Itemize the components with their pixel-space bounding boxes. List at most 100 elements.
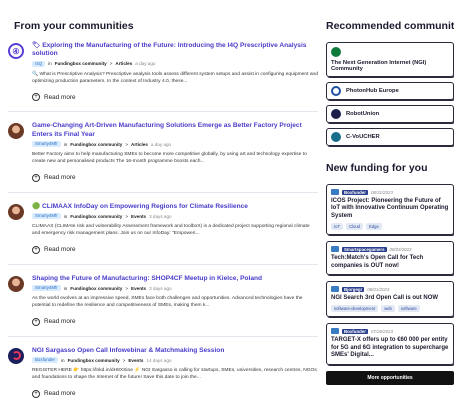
post-time: 14 days ago <box>146 357 172 363</box>
community-link[interactable]: Fundingbox community <box>68 358 120 363</box>
author-avatar[interactable] <box>8 347 24 364</box>
tag-chip[interactable]: software-development <box>331 305 379 313</box>
plus-icon: + <box>32 93 40 102</box>
community-link[interactable]: Fundingbox community <box>55 61 107 66</box>
post-title[interactable]: NGI Sargasso Open Call Infowebinar & Mat… <box>32 347 318 355</box>
communities-feed: From your communities ④ 🏷 Exploring the … <box>8 0 318 400</box>
post-title[interactable]: Shaping the Future of Manufacturing: SHO… <box>32 275 318 283</box>
tag-chip[interactable]: web <box>381 305 395 313</box>
community-name: PhotonHub Europe <box>346 88 399 94</box>
funding-author[interactable]: Bjorgegr <box>342 286 365 292</box>
divider <box>8 335 318 337</box>
community-card-photonhub[interactable]: PhotonHub Europe <box>326 82 454 100</box>
thumbnail-icon <box>331 328 339 335</box>
author-tag[interactable]: I4Q <box>32 60 46 67</box>
funding-date: 08/01/2023 <box>367 286 390 292</box>
funding-author[interactable]: Boxfunder <box>342 328 368 334</box>
funding-title: New funding for you <box>326 162 428 174</box>
post-time: a day ago <box>135 61 156 67</box>
subcategory-link[interactable]: Events <box>131 286 146 291</box>
post-meta: Boxfunder in Fundingbox community > Even… <box>32 357 318 364</box>
subcategory-link[interactable]: Events <box>131 214 146 219</box>
tag-chip[interactable]: IoT <box>331 223 344 231</box>
thumbnail-icon <box>331 189 339 195</box>
community-name: The Next Generation Internet (NGI) Commu… <box>331 60 427 72</box>
plus-icon: + <box>32 389 40 398</box>
post-excerpt: As the world evolves at an impressive sp… <box>32 296 303 309</box>
author-avatar[interactable]: ④ <box>8 43 24 59</box>
author-avatar[interactable] <box>8 123 24 140</box>
tag-chip[interactable]: Cloud <box>346 223 364 231</box>
divider <box>8 111 318 113</box>
photonhub-logo-icon <box>331 86 341 96</box>
community-link[interactable]: Fundingbox community <box>70 142 122 147</box>
sidebar: Recommended communities The Next Generat… <box>326 0 454 385</box>
post-excerpt: Better Factory aims to help manufacturin… <box>32 152 307 165</box>
post-meta: Smarty4Mfr in Fundingbox community > Eve… <box>32 285 318 292</box>
post-excerpt: 🔍 What is Prescriptive Analysis? Prescri… <box>32 71 318 84</box>
post-title[interactable]: 🏷 Exploring the Manufacturing of the Fut… <box>32 42 318 59</box>
post-meta: Smarty4Mfr in Fundingbox community > Eve… <box>32 213 318 220</box>
recommended-title: Recommended communities <box>326 20 454 32</box>
funding-date: 08/03/2023 <box>389 246 412 252</box>
funding-title-text[interactable]: NGI Search 3rd Open Call is out NOW <box>331 295 449 302</box>
community-card-ngi[interactable]: The Next Generation Internet (NGI) Commu… <box>326 42 454 77</box>
community-link[interactable]: Fundingbox community <box>70 286 122 291</box>
funding-title-text[interactable]: ICOS Project: Pioneering the Future of I… <box>331 198 449 220</box>
feed-post: NGI Sargasso Open Call Infowebinar & Mat… <box>8 347 318 400</box>
post-time: 3 days ago <box>149 285 172 291</box>
author-avatar[interactable] <box>8 203 24 220</box>
post-title[interactable]: Game-Changing Art-Driven Manufacturing S… <box>32 122 318 139</box>
post-excerpt: REGISTER HERE 👉 https://lnkd.in/dH8XSine… <box>32 368 317 381</box>
read-more-button[interactable]: + Read more <box>32 389 76 398</box>
community-card-cvoucher[interactable]: C-VoUCHER <box>326 128 454 146</box>
author-tag[interactable]: Smarty4Mfr <box>32 285 61 292</box>
feed-post: 🟢 CLIMAAX InfoDay on Empowering Regions … <box>8 203 318 256</box>
funding-card[interactable]: Bjorgegr 08/01/2023 NGI Search 3rd Open … <box>326 281 454 318</box>
subcategory-link[interactable]: Articles <box>131 142 148 147</box>
plus-icon: + <box>32 173 40 182</box>
funding-card[interactable]: Smartspacegamers 08/03/2023 Tech:Match's… <box>326 241 454 276</box>
funding-date: 08/31/2023 <box>370 189 393 195</box>
community-card-robotunion[interactable]: RobotUnion <box>326 105 454 123</box>
cvoucher-logo-icon <box>331 132 341 142</box>
author-tag[interactable]: Smarty4Mfr <box>32 141 61 148</box>
thumbnail-icon <box>331 286 339 293</box>
tag-chip[interactable]: software <box>397 305 420 313</box>
author-tag[interactable]: Smarty4Mfr <box>32 213 61 220</box>
funding-title-text[interactable]: TARGET-X offers up to €60 000 per entity… <box>331 337 449 359</box>
funding-tags: software-development web software <box>331 305 449 313</box>
author-avatar[interactable] <box>8 275 24 292</box>
ngi-logo-icon <box>331 47 341 57</box>
post-meta: I4Q in Fundingbox community > Articles a… <box>32 60 318 67</box>
thumbnail-icon <box>331 246 339 253</box>
subcategory-link[interactable]: Articles <box>115 61 132 66</box>
read-more-button[interactable]: + Read more <box>32 173 76 182</box>
feed-post: Shaping the Future of Manufacturing: SHO… <box>8 275 318 328</box>
post-title[interactable]: 🟢 CLIMAAX InfoDay on Empowering Regions … <box>32 203 318 211</box>
post-excerpt: CLIMAAX (CLIMAte risk and vulnerability … <box>32 224 310 237</box>
funding-tags: IoT Cloud Edge <box>331 223 449 231</box>
author-tag[interactable]: Boxfunder <box>32 357 59 364</box>
read-more-button[interactable]: + Read more <box>32 93 76 102</box>
feed-post: ④ 🏷 Exploring the Manufacturing of the F… <box>8 42 318 103</box>
subcategory-link[interactable]: Events <box>128 358 143 363</box>
tag-chip[interactable]: Edge <box>366 223 382 231</box>
funding-title-text[interactable]: Tech:Match's Open Call for Tech companie… <box>331 255 449 270</box>
plus-icon: + <box>32 245 40 254</box>
funding-card[interactable]: Boxfunder 07/26/2023 TARGET-X offers up … <box>326 323 454 365</box>
read-more-button[interactable]: + Read more <box>32 245 76 254</box>
community-link[interactable]: Fundingbox community <box>70 214 122 219</box>
community-name: RobotUnion <box>346 111 380 117</box>
funding-author[interactable]: Smartspacegamers <box>342 246 387 252</box>
more-opportunities-button[interactable]: More opportunities <box>326 370 454 385</box>
read-more-button[interactable]: + Read more <box>32 317 76 326</box>
funding-date: 07/26/2023 <box>370 328 393 334</box>
funding-card[interactable]: Boxfunder 08/31/2023 ICOS Project: Pione… <box>326 184 454 236</box>
funding-author[interactable]: Boxfunder <box>342 189 368 195</box>
robotunion-logo-icon <box>331 109 341 119</box>
post-meta: Smarty4Mfr in Fundingbox community > Art… <box>32 141 318 148</box>
feed-title: From your communities <box>14 20 134 32</box>
community-name: C-VoUCHER <box>346 134 380 140</box>
feed-post: Game-Changing Art-Driven Manufacturing S… <box>8 122 318 183</box>
